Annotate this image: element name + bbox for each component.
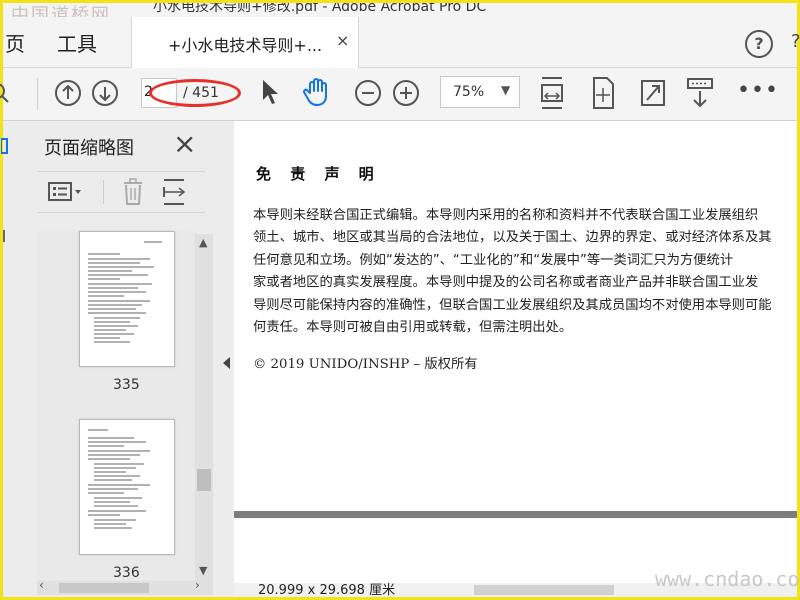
doc-line: 家或者地区的真实发展程度。本导则中提及的公司名称或者商业产品并非联合国工业发 (253, 275, 759, 291)
zoom-value: 75% (453, 84, 485, 100)
toolbar-divider (103, 180, 104, 204)
full-screen-icon[interactable] (639, 78, 667, 108)
thumbnail-page-number: 335 (113, 377, 140, 393)
thumbnail-page-number: 336 (113, 565, 140, 581)
previous-page-icon[interactable] (54, 79, 82, 107)
rotate-page-icon[interactable] (590, 76, 616, 110)
close-icon[interactable]: × (173, 127, 196, 160)
thumbnail-page[interactable] (79, 419, 175, 555)
read-mode-icon[interactable] (685, 76, 715, 110)
doc-line: 领土、城市、地区或其当局的合法地位，以及关于国土、边界的界定、或对经济体系及其 (253, 230, 772, 246)
scrollbar-thumb[interactable] (59, 583, 149, 593)
bookmark-icon[interactable] (1, 137, 9, 157)
watermark-bottom: www.cndao.com (655, 567, 800, 591)
more-tools-icon[interactable]: ••• (737, 78, 779, 103)
thumbnail-preview (88, 429, 150, 529)
extract-page-icon[interactable] (161, 177, 187, 207)
toolbar: 2 / 451 75% ▼ ••• (0, 68, 797, 121)
doc-line: 任何意见和立场。例如“发达的”、“工业化的”和“发展中”等一类词汇只为方便统计 (253, 252, 734, 268)
thumbnail-page[interactable] (79, 231, 175, 367)
thumbnail-preview (88, 241, 162, 343)
next-page-icon[interactable] (91, 79, 119, 107)
window-title-bar: 小水电技术导则+修改.pdf - Adobe Acrobat Pro DC 中国… (3, 3, 797, 17)
thumbnails-toolbar (37, 171, 205, 213)
doc-line: 本导则未经联合国正式编辑。本导则内采用的名称和资料并不代表联合国工业发展组织 (253, 208, 759, 223)
collapse-arrow-icon[interactable] (223, 357, 231, 369)
zoom-select[interactable]: 75% ▼ (440, 76, 520, 108)
thumbnails-horizontal-scrollbar[interactable]: ‹ › (37, 578, 213, 595)
toolbar-divider (37, 78, 38, 110)
window-title: 小水电技术导则+修改.pdf - Adobe Acrobat Pro DC (153, 3, 487, 15)
annotation-ellipse (149, 79, 241, 107)
menu-home[interactable]: 页 (5, 28, 25, 57)
thumbnails-vertical-scrollbar[interactable]: ▲ ▼ (195, 234, 213, 581)
doc-line: 何责任。本导则可被自由引用或转载，但需注明出处。 (253, 320, 573, 336)
scroll-right-icon[interactable]: › (195, 578, 200, 592)
doc-line: 导则尽可能保持内容的准确性，但联合国工业发展组织及其成员国均不对使用本导则可能 (253, 297, 772, 313)
hand-tool-icon[interactable] (303, 76, 333, 108)
page-size-label: 20.999 x 29.698 厘米 (258, 583, 396, 597)
thumbnail-options-icon[interactable] (47, 180, 87, 204)
fit-page-icon[interactable] (538, 74, 566, 112)
doc-heading: 免 责 声 明 (256, 165, 381, 183)
panel-collapse-handle[interactable] (220, 121, 234, 597)
zoom-out-icon[interactable] (354, 79, 382, 107)
doc-copyright: © 2019 UNIDO/INSHP – 版权所有 (253, 357, 478, 372)
menu-tools[interactable]: 工具 (57, 28, 97, 57)
document-viewport[interactable]: 免 责 声 明 本导则未经联合国正式编辑。本导则内采用的名称和资料并不代表联合国… (234, 121, 797, 597)
thumbnails-title: 页面缩略图 (44, 138, 134, 159)
attachment-icon[interactable] (1, 227, 9, 247)
scroll-up-icon[interactable]: ▲ (199, 236, 207, 249)
search-icon[interactable] (0, 82, 11, 106)
chevron-down-icon: ▼ (501, 83, 511, 97)
page-separator (234, 511, 797, 518)
tab-close-icon[interactable]: × (336, 31, 349, 50)
navigation-rail (1, 121, 23, 597)
scroll-left-icon[interactable]: ‹ (39, 578, 44, 592)
horizontal-scrollbar-thumb[interactable] (474, 585, 614, 595)
doc-paragraph: 本导则未经联合国正式编辑。本导则内采用的名称和资料并不代表联合国工业发展组织 领… (253, 205, 797, 339)
thumbnails-panel: 页面缩略图 × 335 336 ▲ ▼ ‹ › (23, 121, 221, 597)
document-tab[interactable]: +小水电技术导则+... × (131, 17, 359, 68)
scrollbar-thumb[interactable] (197, 469, 211, 491)
zoom-in-icon[interactable] (392, 79, 420, 107)
help-icon[interactable]: ? (745, 30, 773, 58)
watermark-top: 中国道桥网 (11, 5, 111, 17)
select-cursor-icon[interactable] (260, 78, 280, 106)
delete-icon[interactable] (121, 178, 145, 206)
document-tab-label: +小水电技术导则+... (168, 36, 323, 55)
edge-glyph: ? (791, 31, 800, 52)
thumbnails-list[interactable]: 335 336 (37, 231, 197, 581)
scroll-down-icon[interactable]: ▼ (199, 564, 207, 577)
tab-bar: 页 工具 +小水电技术导则+... × ? ? (3, 17, 800, 68)
